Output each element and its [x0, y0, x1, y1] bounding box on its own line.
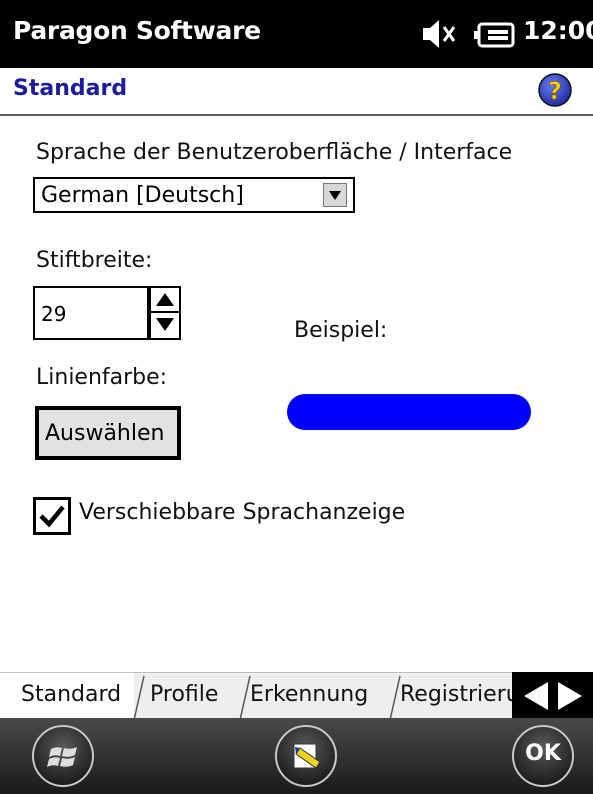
app-title: Paragon Software — [13, 16, 261, 45]
arrow-up-icon — [156, 293, 174, 306]
example-label: Beispiel: — [294, 318, 388, 343]
arrow-right-icon[interactable] — [556, 682, 586, 710]
language-value: German [Deutsch] — [41, 183, 244, 208]
spin-up-button[interactable] — [149, 286, 181, 313]
tab-bar: Standard Profile Erkennung Registrierung — [0, 672, 593, 720]
pen-width-input[interactable]: 29 — [33, 286, 149, 340]
input-panel-button[interactable] — [275, 725, 337, 787]
pen-width-value: 29 — [41, 302, 67, 326]
arrow-down-icon — [156, 318, 174, 331]
clock: 12:00 — [523, 16, 593, 45]
input-panel-icon — [293, 743, 321, 769]
tab-separators — [0, 672, 512, 720]
tab-scroll-controls — [512, 672, 593, 720]
ok-button-label: OK — [525, 741, 561, 766]
page-header: Standard ? — [0, 68, 593, 116]
pen-width-label: Stiftbreite: — [36, 248, 153, 273]
bottom-bar: OK — [0, 718, 593, 794]
arrow-left-icon[interactable] — [520, 682, 550, 710]
start-button[interactable] — [32, 725, 94, 787]
language-label: Sprache der Benutzeroberfläche / Interfa… — [36, 140, 513, 165]
spin-down-button[interactable] — [149, 313, 181, 340]
checkmark-icon — [39, 505, 65, 528]
movable-display-label: Verschiebbare Sprachanzeige — [79, 500, 406, 525]
language-dropdown[interactable]: German [Deutsch] — [33, 177, 355, 213]
line-color-label: Linienfarbe: — [36, 365, 168, 390]
page-title: Standard — [13, 76, 128, 101]
svg-text:?: ? — [548, 77, 562, 105]
pen-width-stepper: 29 — [33, 286, 181, 340]
sample-line-preview — [287, 394, 531, 430]
speaker-icon[interactable] — [421, 17, 457, 51]
select-color-button[interactable]: Auswählen — [35, 406, 181, 460]
title-bar: Paragon Software 12:00 — [0, 0, 593, 68]
select-color-button-label: Auswählen — [45, 421, 165, 446]
movable-display-checkbox[interactable] — [33, 497, 71, 535]
help-icon[interactable]: ? — [537, 72, 573, 108]
battery-icon — [474, 22, 515, 48]
chevron-down-icon[interactable] — [323, 183, 347, 207]
windows-start-icon — [47, 747, 77, 767]
ok-button[interactable]: OK — [512, 725, 574, 787]
